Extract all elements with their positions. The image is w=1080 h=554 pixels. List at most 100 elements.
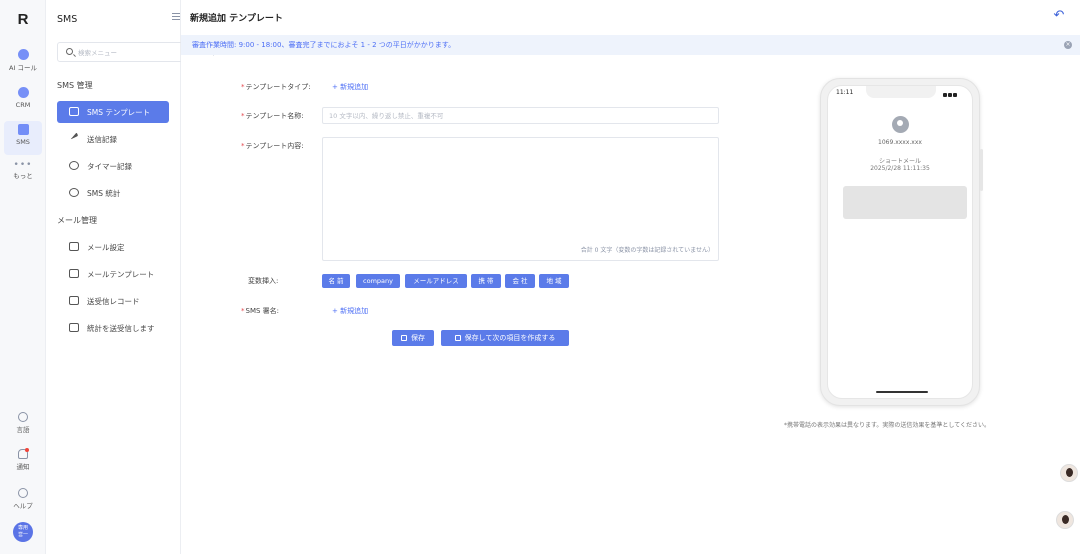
phone-side-button [980,149,983,191]
signal-icon [942,90,964,97]
variable-button-name[interactable]: 名 前 [322,274,350,288]
message-icon [69,107,79,116]
sms-signature-label: *SMS 署名: [241,307,280,315]
close-icon[interactable]: × [1064,41,1072,49]
mail-record-icon [69,296,79,305]
variable-button-region[interactable]: 地 域 [539,274,569,288]
sidebar-item-timer-records[interactable]: タイマー記録 [57,155,169,177]
rail-label: ヘルプ [13,502,33,510]
mail-icon [69,242,79,251]
rail-language[interactable]: 言語 [4,412,42,434]
sidebar-item-mail-settings[interactable]: メール設定 [57,236,169,258]
phone-notch [866,86,936,98]
left-rail: R AI コール CRM SMS ••• もっと 言語 通知 ヘルプ 専用 営一 [0,0,46,554]
variable-button-company-jp[interactable]: 会 社 [505,274,535,288]
page-title: 新規追加 テンプレート [190,14,283,24]
save-icon [401,335,407,341]
sidebar-item-mail-template[interactable]: メールテンプレート [57,263,169,285]
sidebar-item-mail-stats[interactable]: 統計を送受信します [57,317,169,339]
crm-icon [17,87,29,98]
sidebar-item-label: SMS 統計 [87,189,121,198]
template-content-input[interactable] [323,138,718,260]
sidebar-item-mail-records[interactable]: 送受信レコード [57,290,169,312]
sidebar-item-label: 送信記録 [87,135,117,144]
rail-label: 通知 [16,463,30,471]
rail-item-sms[interactable]: SMS [4,121,42,155]
back-arrow-icon[interactable]: ↶ [1052,9,1066,22]
insert-variable-label: 変数挿入: [248,277,279,285]
save-and-create-next-button[interactable]: 保存して次の項目を作成する [441,330,569,346]
rail-item-ai-call[interactable]: AI コール [4,46,42,80]
rail-label: CRM [15,101,31,109]
rail-label: SMS [16,138,30,146]
save-icon [454,335,461,341]
sms-icon [17,124,29,135]
sms-type-label: ショートメール [878,158,921,165]
contact-avatar-icon [892,116,909,133]
section-sms-management: SMS 管理 [57,81,93,90]
add-signature-button[interactable]: + 新規追加 [332,306,368,316]
rail-help[interactable]: ヘルプ [4,488,42,510]
sidebar-item-send-records[interactable]: 送信記録 [57,128,169,150]
mail-template-icon [69,269,79,278]
more-icon: ••• [13,160,33,170]
sidebar-item-label: 統計を送受信します [87,324,155,333]
help-icon [18,488,28,498]
char-count: 合計 0 文字（変数の字数は記録されていません） [580,247,714,254]
template-form: *テンプレートタイプ: + 新規追加 *テンプレート名称: *テンプレート内容:… [181,56,1080,554]
template-name-input[interactable] [322,107,719,124]
save-button[interactable]: 保存 [392,330,434,346]
add-template-type-button[interactable]: + 新規追加 [332,82,368,92]
variable-button-company[interactable]: company [356,274,400,288]
sidebar-item-label: 送受信レコード [87,297,140,306]
avatar-text: 営一 [17,532,28,538]
phone-time: 11:11 [836,89,854,96]
sidebar-item-label: メールテンプレート [87,270,155,279]
rail-item-more[interactable]: ••• もっと [4,158,42,192]
ai-call-icon [17,49,29,60]
phone-screen: 11:11 1069.xxxx.xxx ショートメール 2025/2/28 11… [827,85,973,399]
user-avatar[interactable]: 専用 営一 [13,522,33,542]
rail-label: AI コール [9,64,37,72]
sidebar-item-label: タイマー記録 [87,162,132,171]
sidebar-item-sms-template[interactable]: SMS テンプレート [57,101,169,123]
section-mail-management: メール管理 [57,216,97,225]
phone-preview: 11:11 1069.xxxx.xxx ショートメール 2025/2/28 11… [820,78,983,406]
search-icon [66,48,73,55]
sender-number: 1069.xxxx.xxx [878,139,922,146]
notice-text: 審査作業時間: 9:00 - 18:00、審査完了までにおよそ 1 - 2 つの… [192,41,456,49]
sidebar-item-sms-stats[interactable]: SMS 統計 [57,182,169,204]
menu-title: SMS [57,14,78,25]
collapse-menu-icon[interactable] [172,13,180,21]
rail-label: もっと [13,172,33,180]
avatar-text: 専用 [17,525,28,531]
bell-icon [18,448,29,459]
rail-item-crm[interactable]: CRM [4,84,42,118]
variable-button-email[interactable]: メールアドレス [405,274,467,288]
support-agent-avatar[interactable] [1056,511,1074,529]
variable-button-mobile[interactable]: 携 帯 [471,274,501,288]
message-bubble [843,186,967,219]
review-notice-banner: 審査作業時間: 9:00 - 18:00、審査完了までにおよそ 1 - 2 つの… [181,35,1080,55]
template-content-textarea[interactable]: 合計 0 文字（変数の字数は記録されていません） [322,137,719,261]
support-agent-avatar[interactable] [1060,464,1078,482]
notification-dot [25,448,29,452]
top-header: 新規追加 テンプレート ↶ [181,0,1080,34]
template-content-label: *テンプレート内容: [241,142,304,150]
mail-stats-icon [69,323,79,332]
send-icon [68,132,79,140]
app-logo[interactable]: R [15,12,31,28]
clock-icon [69,161,79,170]
chart-icon [69,188,79,197]
sidebar-menu: SMS SMS 管理 SMS テンプレート 送信記録 タイマー記録 SMS 統計… [46,0,214,554]
template-name-label: *テンプレート名称: [241,112,304,120]
sidebar-item-label: SMS テンプレート [87,108,151,117]
rail-notifications[interactable]: 通知 [4,448,42,471]
sms-timestamp: 2025/2/28 11:11:35 [870,165,930,172]
globe-icon [18,412,28,422]
home-indicator [876,391,928,393]
template-type-label: *テンプレートタイプ: [241,83,311,91]
rail-label: 言語 [16,426,30,434]
preview-note: *携帯電話の表示効果は異なります。実際の送信効果を基準としてください。 [784,422,991,429]
sidebar-item-label: メール設定 [87,243,125,252]
